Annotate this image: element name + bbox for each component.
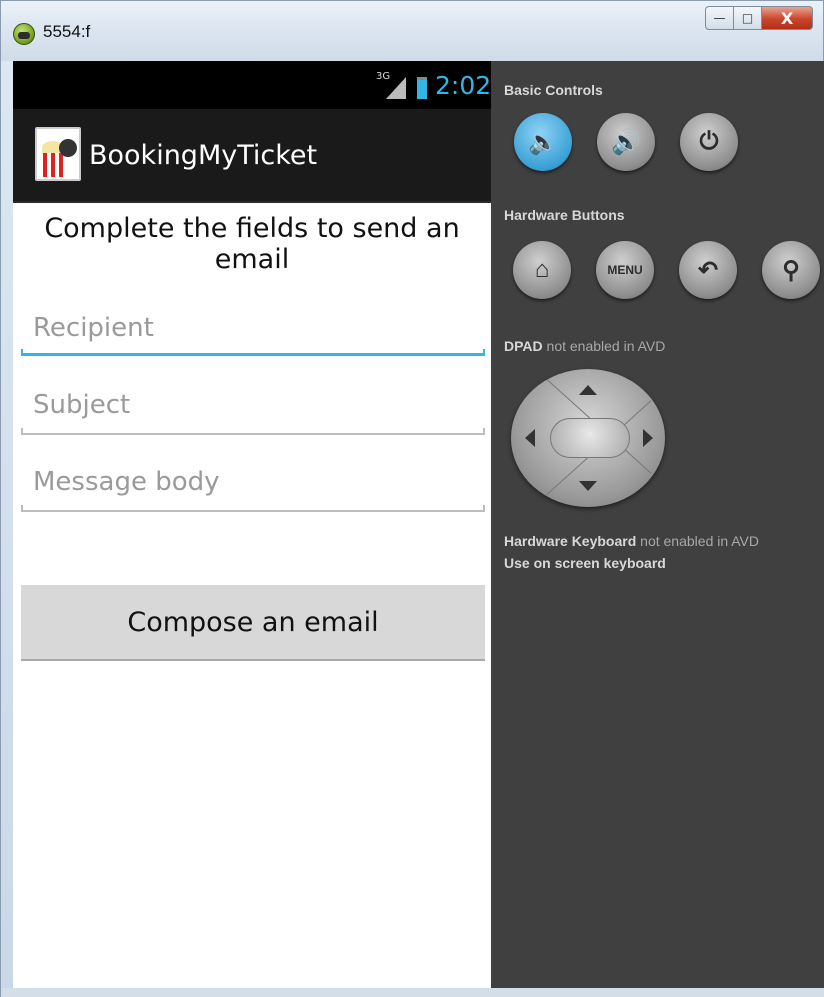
basic-controls-label: Basic Controls (504, 82, 603, 98)
title-bar: 5554:f — □ X (1, 1, 823, 61)
message-body-field[interactable] (21, 452, 485, 512)
close-button[interactable]: X (761, 6, 813, 30)
power-button[interactable]: ⏻ (680, 113, 738, 171)
dpad-up-icon[interactable] (579, 385, 597, 395)
recipient-field[interactable] (21, 298, 485, 358)
hardware-keyboard-label: Hardware Keyboard not enabled in AVD (504, 533, 759, 549)
volume-up-icon: 🔊 (611, 128, 641, 156)
app-logo-icon (35, 127, 81, 181)
window-title: 5554:f (43, 22, 91, 41)
home-icon: ⌂ (534, 256, 550, 283)
minimize-button[interactable]: — (705, 6, 733, 30)
dpad-down-icon[interactable] (579, 481, 597, 491)
subject-underline (21, 428, 485, 435)
dpad-label: DPAD not enabled in AVD (504, 338, 666, 354)
menu-button[interactable]: MENU (596, 241, 654, 299)
status-time: 2:02 (435, 71, 492, 100)
message-body-underline (21, 505, 485, 512)
action-bar: BookingMyTicket (13, 109, 491, 203)
menu-icon: MENU (607, 263, 643, 277)
power-icon: ⏻ (699, 128, 719, 155)
volume-down-icon: 🔈 (528, 128, 558, 156)
search-icon: ⚲ (782, 256, 800, 284)
window-bottom-edge (1, 988, 824, 997)
window-controls: — □ X (705, 6, 813, 30)
back-icon: ↶ (697, 256, 719, 284)
volume-up-button[interactable]: 🔊 (597, 113, 655, 171)
volume-down-button[interactable]: 🔈 (514, 113, 572, 171)
subject-field[interactable] (21, 375, 485, 435)
back-button[interactable]: ↶ (679, 241, 737, 299)
android-icon (13, 23, 35, 45)
status-bar: 3G 2:02 (13, 61, 491, 109)
dpad-right-icon[interactable] (643, 429, 653, 447)
maximize-button[interactable]: □ (733, 6, 761, 30)
battery-icon (417, 77, 427, 99)
search-button[interactable]: ⚲ (762, 241, 820, 299)
hardware-buttons-label: Hardware Buttons (504, 207, 625, 223)
recipient-underline (21, 349, 485, 356)
dpad-left-icon[interactable] (525, 429, 535, 447)
dpad[interactable] (511, 369, 665, 507)
form-heading: Complete the fields to send an email (44, 213, 460, 275)
device-screen: 3G 2:02 BookingMyTicket Complete the fie… (13, 61, 491, 988)
keyboard-hint: Use on screen keyboard (504, 555, 666, 571)
dpad-center-button[interactable] (550, 418, 630, 458)
emulator-control-panel: Basic Controls 🔈 🔊 ⏻ Hardware Buttons ⌂ … (491, 61, 824, 988)
app-title: BookingMyTicket (89, 140, 318, 171)
emulator-window: 5554:f — □ X 3G 2:02 BookingMyTicket Com… (0, 0, 824, 997)
compose-email-button[interactable]: Compose an email (21, 585, 485, 661)
home-button[interactable]: ⌂ (513, 241, 571, 299)
signal-icon (386, 77, 406, 99)
